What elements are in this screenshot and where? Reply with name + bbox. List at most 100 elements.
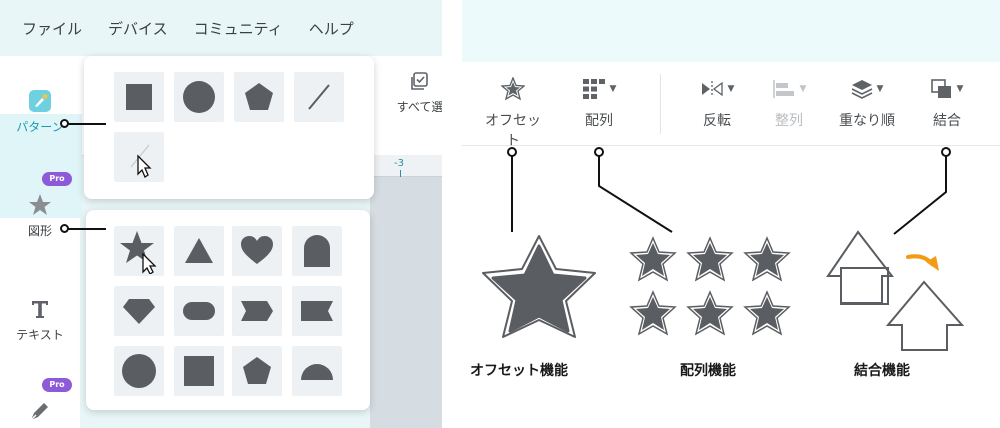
combine-label: 結合 [933,113,961,129]
chevron-down-icon: ▼ [727,84,735,94]
callout-line [68,228,106,230]
align-icon [772,80,794,98]
circle-icon [183,81,215,113]
sidebar-item-shapes[interactable]: 図形 [0,192,80,239]
align-label: 整列 [775,113,803,129]
pentagon-icon [245,83,273,110]
callout-dot [594,147,604,157]
square-icon [126,84,152,110]
shape-ribbon-tile[interactable] [292,286,342,336]
callout-line [598,156,673,233]
offset-button[interactable]: オフセット [480,76,546,150]
select-all-button[interactable]: すべて選 [395,70,442,115]
menu-file[interactable]: ファイル [22,18,82,39]
menu-help[interactable]: ヘルプ [309,18,354,39]
offset-label: オフセット [485,113,541,149]
shapes-popup [86,210,370,410]
shape-semicircle-tile[interactable] [292,346,342,396]
shape-circle-tile[interactable] [114,346,164,396]
shape-chevron-tile[interactable] [232,286,282,336]
flip-button[interactable]: ▼ 反転 [694,76,740,130]
array-grid-icon [582,79,605,99]
edit-toolbar: オフセット ▼ 配列 ▼ 反転 ▼ 整列 ▼ 重なり順 ▼ 結合 [462,62,1000,149]
callout-line [893,156,947,235]
shape-rounded-rect-tile[interactable] [174,286,224,336]
star-icon [27,192,53,218]
align-button[interactable]: ▼ 整列 [766,76,812,130]
square-icon [184,356,214,386]
offset-feature-label: オフセット機能 [470,363,568,379]
sidebar-item-pattern[interactable]: パターン [0,88,80,135]
shape-heart-tile[interactable] [232,226,282,276]
layers-icon [851,80,872,99]
arrow-icon [906,254,939,271]
cursor-icon [142,252,157,274]
sidebar: パターン Pro 図形 テキスト Pro [0,56,82,428]
sidebar-item-label: パターン [16,120,64,134]
chevron-down-icon: ▼ [799,84,807,94]
ruler-tick [400,170,401,177]
triangle-icon [185,238,213,263]
app-window: ファイル デバイス コミュニティ ヘルプ すべて選 -3 パターン Pro 図形… [0,0,442,428]
text-icon [27,296,53,322]
pattern-popup [84,56,374,199]
pattern-square-tile[interactable] [114,72,164,122]
shape-triangle-tile[interactable] [174,226,224,276]
select-all-icon [411,72,428,90]
diamond-icon [123,299,155,324]
heart-icon [241,236,273,264]
pattern-freehand-tile[interactable] [114,132,164,182]
combine-after-illustration [885,280,965,351]
line-icon [308,84,330,110]
offset-star-icon [501,77,525,101]
shape-arch-tile[interactable] [292,226,342,276]
sidebar-item-label: テキスト [16,328,64,342]
shape-pentagon-tile[interactable] [232,346,282,396]
combine-feature-label: 結合機能 [854,363,910,379]
menu-community[interactable]: コミュニティ [194,18,283,39]
shape-star-tile[interactable] [114,226,164,276]
chevron-down-icon: ▼ [956,84,964,94]
combine-before-illustration [826,230,895,305]
array-feature-label: 配列機能 [680,363,736,379]
canvas-workspace[interactable] [370,177,442,428]
semicircle-icon [301,364,333,380]
shape-diamond-tile[interactable] [114,286,164,336]
pattern-pentagon-tile[interactable] [234,72,284,122]
ruler-tick-label: -3 [394,158,404,169]
callout-line [68,123,106,125]
freehand-line-icon [130,144,152,178]
pattern-line-tile[interactable] [294,72,344,122]
sidebar-item-pen[interactable] [0,398,80,428]
cursor-icon [137,154,152,178]
chevron-down-icon: ▼ [609,84,617,94]
arch-icon [304,235,330,267]
select-all-label: すべて選 [396,100,442,114]
shape-square-tile[interactable] [174,346,224,396]
sidebar-item-label: 図形 [27,224,52,238]
feature-illustration: オフセット ▼ 配列 ▼ 反転 ▼ 整列 ▼ 重なり順 ▼ 結合 オフセット機能… [462,0,1000,428]
pro-badge: Pro [42,378,72,392]
ribbon-icon [301,301,333,321]
layer-order-button[interactable]: ▼ 重なり順 [834,76,900,130]
flip-icon [701,81,723,97]
flip-label: 反転 [703,113,731,129]
array-label: 配列 [585,113,613,129]
chevron-tag-icon [241,301,273,321]
layer-order-label: 重なり順 [839,113,895,129]
rounded-rect-icon [183,302,215,320]
chevron-down-icon: ▼ [876,84,884,94]
combine-button[interactable]: ▼ 結合 [924,76,970,130]
circle-icon [122,354,156,388]
sidebar-item-text[interactable]: テキスト [0,296,80,343]
pro-badge: Pro [42,172,72,186]
ruler: -3 [370,155,442,177]
menu-device[interactable]: デバイス [108,18,168,39]
pen-icon [27,398,53,424]
pentagon-icon [243,357,271,384]
pattern-circle-tile[interactable] [174,72,224,122]
screenshot-root: ファイル デバイス コミュニティ ヘルプ すべて選 -3 パターン Pro 図形… [0,0,1000,428]
app-header-strip [462,0,1000,62]
array-button[interactable]: ▼ 配列 [574,76,624,130]
brush-icon [27,88,53,114]
